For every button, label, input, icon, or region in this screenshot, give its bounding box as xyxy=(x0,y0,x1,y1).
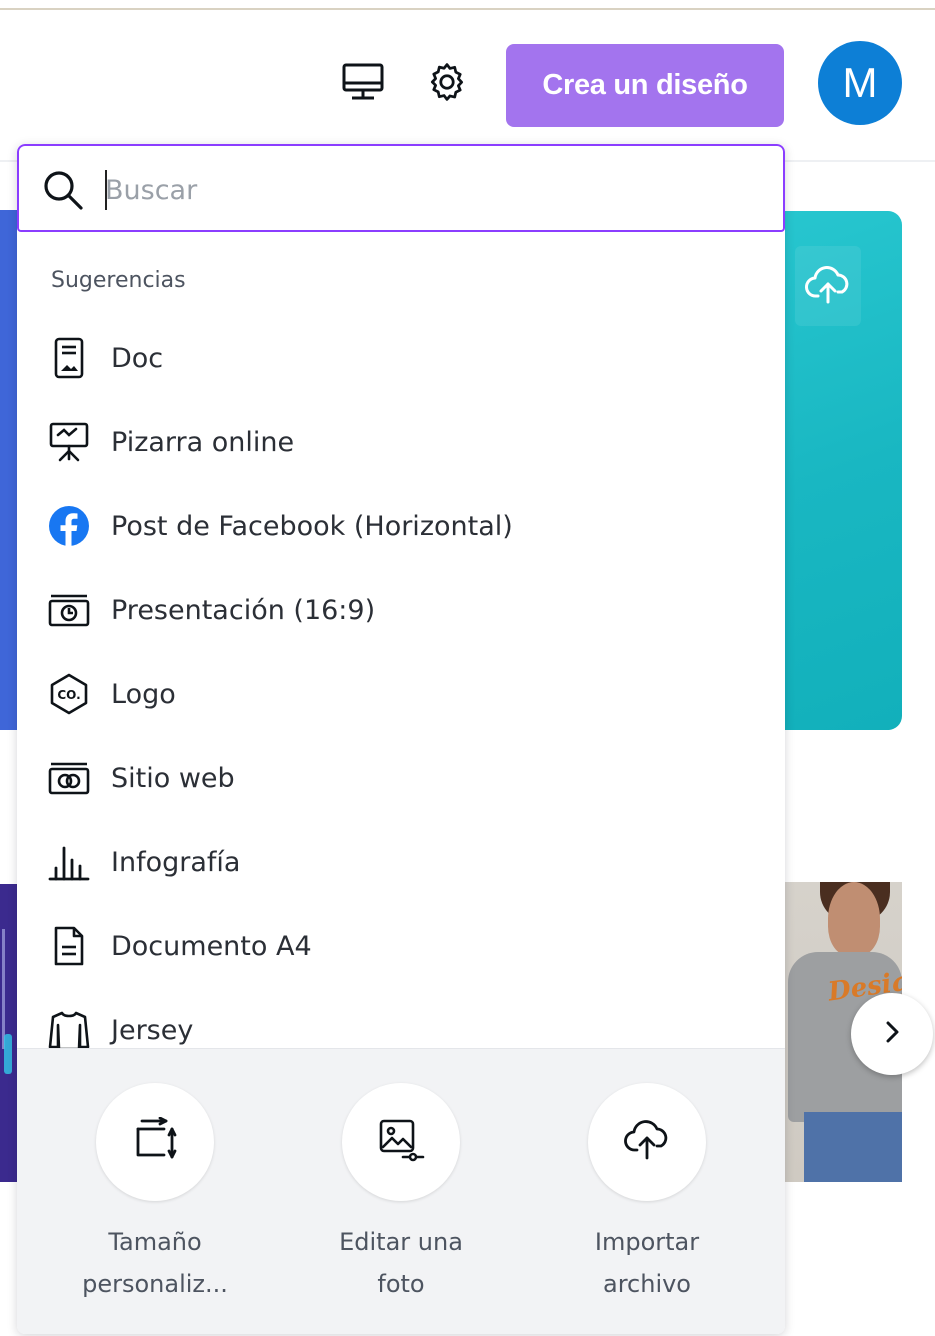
import-file-label: Importar archivo xyxy=(552,1221,742,1305)
edit-photo-label-line1: Editar una xyxy=(339,1228,463,1256)
suggestion-label: Documento A4 xyxy=(111,930,312,962)
edit-photo-action[interactable]: Editar una foto xyxy=(306,1083,496,1323)
background-template-left xyxy=(0,884,18,1182)
quick-actions-bar: Tamaño personaliz... Editar una foto Imp… xyxy=(17,1048,785,1334)
edit-photo-label: Editar una foto xyxy=(306,1221,496,1305)
suggestion-label: Pizarra online xyxy=(111,426,295,458)
suggestion-item-whiteboard[interactable]: Pizarra online xyxy=(17,400,785,484)
settings-button[interactable] xyxy=(417,54,477,114)
edit-photo-button[interactable] xyxy=(342,1083,460,1201)
import-file-action[interactable]: Importar archivo xyxy=(552,1083,742,1323)
edit-photo-icon xyxy=(377,1117,425,1167)
custom-size-icon xyxy=(132,1116,178,1167)
gear-icon xyxy=(425,60,469,108)
cloud-upload-icon[interactable] xyxy=(795,246,861,326)
search-icon xyxy=(41,168,85,212)
search-box[interactable] xyxy=(17,144,785,232)
suggestion-item-infographic[interactable]: Infografía xyxy=(17,820,785,904)
chevron-right-icon xyxy=(881,1019,903,1049)
bar-chart-icon xyxy=(47,840,91,884)
svg-text:CO.: CO. xyxy=(57,688,80,702)
suggestion-label: Presentación (16:9) xyxy=(111,594,376,626)
import-file-label-line2: archivo xyxy=(602,1270,691,1298)
suggestion-item-logo[interactable]: CO. Logo xyxy=(17,652,785,736)
desktop-icon xyxy=(340,62,386,106)
create-design-button[interactable]: Crea un diseño xyxy=(506,44,784,127)
carousel-next-button[interactable] xyxy=(851,993,933,1075)
suggestion-item-presentation[interactable]: Presentación (16:9) xyxy=(17,568,785,652)
search-input[interactable] xyxy=(105,166,745,214)
suggestion-item-doc[interactable]: Doc xyxy=(17,316,785,400)
custom-size-action[interactable]: Tamaño personaliz... xyxy=(60,1083,250,1323)
import-file-label-line1: Importar xyxy=(594,1228,700,1256)
desktop-app-button[interactable] xyxy=(333,54,393,114)
website-icon xyxy=(47,756,91,800)
custom-size-label: Tamaño personaliz... xyxy=(60,1221,250,1305)
custom-size-label-line2: personaliz... xyxy=(82,1270,228,1298)
jersey-icon xyxy=(47,1008,91,1052)
import-file-button[interactable] xyxy=(588,1083,706,1201)
custom-size-label-line1: Tamaño xyxy=(108,1228,202,1256)
whiteboard-icon xyxy=(47,420,91,464)
facebook-icon xyxy=(47,504,91,548)
suggestion-item-website[interactable]: Sitio web xyxy=(17,736,785,820)
suggestion-label: Sitio web xyxy=(111,762,235,794)
doc-icon xyxy=(47,336,91,380)
suggestion-label: Post de Facebook (Horizontal) xyxy=(111,510,513,542)
suggestion-label: Infografía xyxy=(111,846,241,878)
suggestion-item-facebook-post[interactable]: Post de Facebook (Horizontal) xyxy=(17,484,785,568)
upload-icon xyxy=(623,1118,671,1166)
logo-icon: CO. xyxy=(47,672,91,716)
suggestion-label: Jersey xyxy=(111,1014,194,1046)
custom-size-button[interactable] xyxy=(96,1083,214,1201)
suggestion-label: Logo xyxy=(111,678,176,710)
suggestions-heading: Sugerencias xyxy=(51,268,186,293)
suggestion-label: Doc xyxy=(111,342,164,374)
user-avatar[interactable]: M xyxy=(818,41,902,125)
edit-photo-label-line2: foto xyxy=(377,1270,425,1298)
suggestion-item-document-a4[interactable]: Documento A4 xyxy=(17,904,785,988)
document-icon xyxy=(47,924,91,968)
background-banner-left xyxy=(0,210,18,730)
create-design-dropdown: Sugerencias Doc xyxy=(17,144,785,1334)
presentation-icon xyxy=(47,588,91,632)
